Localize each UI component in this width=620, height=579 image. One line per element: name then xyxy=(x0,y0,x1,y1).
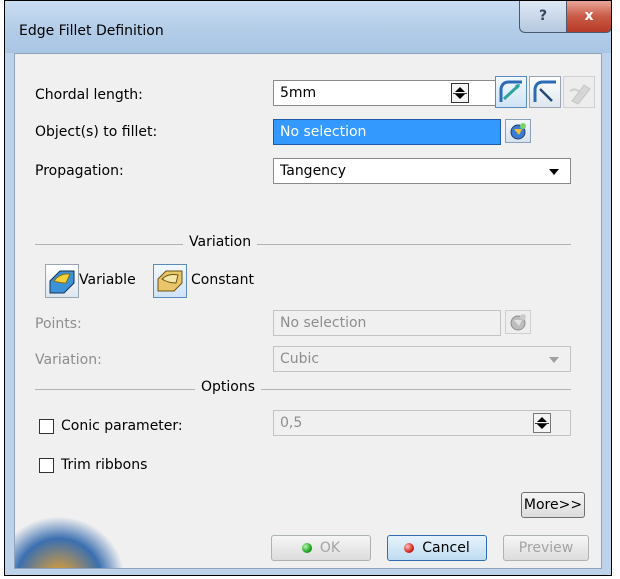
trim-ribbons-checkbox[interactable] xyxy=(39,458,54,473)
constant-fillet-icon xyxy=(157,270,183,292)
spin-down-icon xyxy=(455,94,465,99)
dialog-body: Chordal length: 5mm Object(s) to fillet:… xyxy=(14,53,602,569)
options-section-title: Options xyxy=(195,379,262,395)
conic-parameter-input[interactable]: 0,5 xyxy=(273,410,571,436)
combo-arrow-icon xyxy=(549,357,559,363)
spin-up-icon xyxy=(455,87,465,92)
preview-button[interactable]: Preview xyxy=(503,535,589,561)
spin-down-icon xyxy=(537,424,547,429)
chordal-length-label: Chordal length: xyxy=(35,87,143,103)
more-button[interactable]: More>> xyxy=(521,492,585,518)
propagation-label: Propagation: xyxy=(35,163,124,179)
variation-mode-label: Variation: xyxy=(35,352,102,368)
dialog-window: Edge Fillet Definition ? x Chordal lengt… xyxy=(4,0,612,576)
points-label: Points: xyxy=(35,316,82,332)
variation-separator xyxy=(35,244,571,245)
chordal-fillet-icon xyxy=(499,80,522,102)
cancel-button[interactable]: Cancel xyxy=(387,535,487,561)
variable-label: Variable xyxy=(79,272,136,288)
chordal-length-mode-button[interactable] xyxy=(529,76,561,108)
ok-icon xyxy=(301,543,312,553)
variation-mode-select[interactable]: Cubic xyxy=(273,346,571,372)
window-title: Edge Fillet Definition xyxy=(19,23,164,39)
trim-ribbons-label: Trim ribbons xyxy=(61,457,148,473)
variable-fillet-button[interactable] xyxy=(45,264,79,298)
setback-button[interactable] xyxy=(563,76,595,108)
variable-fillet-icon xyxy=(49,270,75,294)
propagation-select[interactable]: Tangency xyxy=(273,158,571,184)
objects-to-fillet-field[interactable]: No selection xyxy=(273,119,501,145)
spin-up-icon xyxy=(537,417,547,422)
variation-section-title: Variation xyxy=(183,234,258,250)
ok-label: OK xyxy=(319,540,341,556)
selector-icon xyxy=(510,123,526,140)
chordal-fillet-button[interactable] xyxy=(495,76,527,108)
options-separator xyxy=(35,389,571,390)
close-button[interactable]: x xyxy=(566,1,611,33)
chordal-length-icon xyxy=(533,80,556,102)
selector-icon xyxy=(510,314,526,331)
constant-label: Constant xyxy=(191,272,254,288)
cancel-label: Cancel xyxy=(422,540,470,556)
conic-parameter-checkbox[interactable] xyxy=(39,419,54,434)
ok-button[interactable]: OK xyxy=(271,535,371,561)
catia-logo xyxy=(15,516,125,568)
combo-arrow-icon xyxy=(549,169,559,175)
conic-parameter-spinner[interactable] xyxy=(533,413,551,433)
objects-selector-button[interactable] xyxy=(505,119,531,143)
cancel-icon xyxy=(404,543,415,553)
points-field[interactable]: No selection xyxy=(273,310,501,336)
setback-icon xyxy=(569,84,591,105)
conic-parameter-label: Conic parameter: xyxy=(61,418,183,434)
points-selector-button[interactable] xyxy=(505,310,531,334)
title-bar[interactable]: Edge Fillet Definition ? x xyxy=(5,1,611,53)
objects-label: Object(s) to fillet: xyxy=(35,124,158,140)
chordal-length-spinner[interactable] xyxy=(451,83,469,103)
constant-fillet-button[interactable] xyxy=(153,264,187,298)
help-button[interactable]: ? xyxy=(519,1,567,33)
